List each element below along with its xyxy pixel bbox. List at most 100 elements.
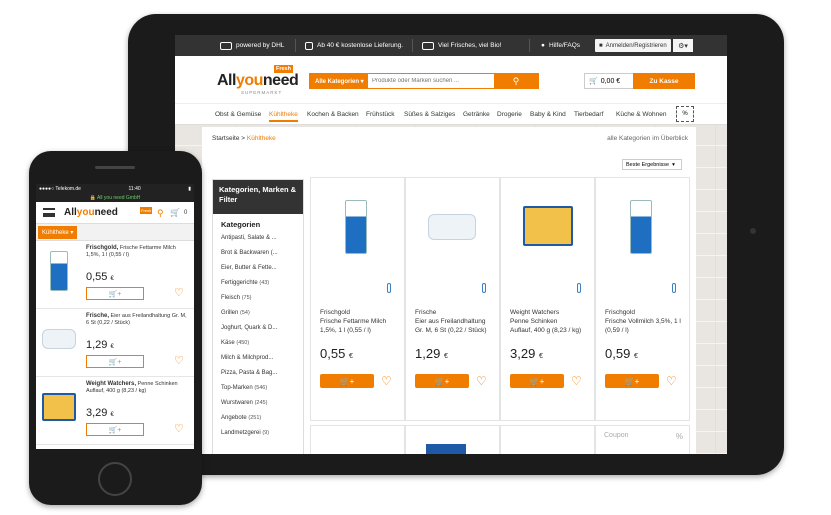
- nav-suesses[interactable]: Süßes & Salziges: [404, 111, 455, 118]
- nav-drogerie[interactable]: Drogerie: [497, 111, 522, 118]
- price-value: 0,55: [320, 346, 346, 361]
- filter-item[interactable]: Pizza, Pasta & Bag...: [213, 367, 303, 382]
- nav-obst[interactable]: Obst & Gemüse: [215, 111, 261, 118]
- cart-icon[interactable]: 🛒: [170, 208, 180, 217]
- add-to-cart-button[interactable]: 🛒+: [605, 374, 659, 388]
- nav-baby[interactable]: Baby & Kind: [530, 111, 566, 118]
- login-button[interactable]: ■ Anmelden/Registrieren: [595, 39, 671, 52]
- filter-item[interactable]: Fertiggerichte (43): [213, 277, 303, 292]
- cart-icon: 🛒: [589, 78, 598, 85]
- add-to-cart-button[interactable]: 🛒+: [415, 374, 469, 388]
- nav-kueche[interactable]: Küche & Wohnen: [616, 111, 666, 118]
- product-title: Frische Fettarme Milch: [320, 318, 387, 325]
- cart-plus-icon: 🛒+: [108, 290, 122, 298]
- logo-fresh-badge: Fresh: [140, 207, 153, 214]
- sort-select[interactable]: Beste Ergebnisse ▾: [622, 159, 682, 170]
- heart-icon[interactable]: ♡: [174, 354, 184, 367]
- search-button[interactable]: ⚲: [494, 74, 538, 88]
- product-card[interactable]: [500, 425, 595, 454]
- add-to-cart-button[interactable]: 🛒+: [320, 374, 374, 388]
- lightbulb-icon: ●: [541, 42, 545, 49]
- list-item[interactable]: Weight Watchers, Penne Schinken Auflauf,…: [36, 377, 194, 445]
- search-icon[interactable]: ⚲: [157, 208, 164, 219]
- logo[interactable]: Allyouneed: [217, 72, 299, 90]
- nav-fruehstueck[interactable]: Frühstück: [366, 111, 395, 118]
- filter-item[interactable]: Landmetzgerei (9): [213, 427, 303, 442]
- filter-item[interactable]: Brot & Backwaren (...: [213, 247, 303, 262]
- search-icon: ⚲: [512, 75, 520, 86]
- coupon-card[interactable]: Coupon %: [595, 425, 690, 454]
- bag-icon: [305, 41, 313, 50]
- product-card[interactable]: [405, 425, 500, 454]
- product-card[interactable]: Frischgold Frische Vollmilch 3,5%, 1 l (…: [595, 177, 690, 421]
- phone-screen: ●●●●○ Telekom.de 11:40 ▮ 🔒 All you need …: [36, 184, 194, 449]
- filter-item[interactable]: Joghurt, Quark & D...: [213, 322, 303, 337]
- coupon-icon[interactable]: %: [676, 106, 694, 122]
- category-dropdown[interactable]: Kühltheke ▾: [38, 226, 78, 239]
- add-to-cart-button[interactable]: 🛒+: [86, 423, 144, 436]
- filter-item[interactable]: Käse (450): [213, 337, 303, 352]
- nav-kuehltheke[interactable]: Kühltheke: [269, 111, 298, 122]
- filter-item[interactable]: Wurstwaren (245): [213, 397, 303, 412]
- add-to-cart-button[interactable]: 🛒+: [510, 374, 564, 388]
- nav-tierbedarf[interactable]: Tierbedarf: [574, 111, 603, 118]
- product-card[interactable]: [310, 425, 405, 454]
- home-button[interactable]: [98, 462, 132, 496]
- heart-icon[interactable]: ♡: [571, 374, 582, 388]
- add-to-cart-button[interactable]: 🛒+: [86, 287, 144, 300]
- delivery-text: Ab 40 € kostenlose Lieferung.: [317, 42, 404, 49]
- breadcrumb-home[interactable]: Startseite: [212, 135, 239, 142]
- tablet-camera: [750, 228, 756, 234]
- logo-part: need: [94, 207, 118, 218]
- nav-getraenke[interactable]: Getränke: [463, 111, 490, 118]
- list-item[interactable]: Frische, Eier aus Freilandhaltung Gr. M,…: [36, 309, 194, 377]
- filter-label: Joghurt, Quark & D...: [221, 325, 278, 331]
- filter-item[interactable]: Angebote (251): [213, 412, 303, 427]
- checkout-button[interactable]: Zu Kasse: [633, 73, 695, 89]
- heart-icon[interactable]: ♡: [174, 422, 184, 435]
- settings-button[interactable]: ⚙▾: [673, 39, 693, 52]
- milk-carton-icon: [333, 198, 383, 258]
- filter-item[interactable]: Eier, Butter & Fette...: [213, 262, 303, 277]
- price-currency: €: [443, 353, 448, 360]
- filter-sidebar: Kategorien, Marken & Filter Kategorien A…: [212, 179, 304, 454]
- filter-item[interactable]: Top-Marken (546): [213, 382, 303, 397]
- coupon-label: Coupon: [604, 432, 629, 439]
- product-card[interactable]: Frischgold Frische Fettarme Milch 1,5%, …: [310, 177, 405, 421]
- meal-box-icon: [42, 385, 76, 427]
- filter-item[interactable]: Milch & Milchprod...: [213, 352, 303, 367]
- nav-kochen[interactable]: Kochen & Backen: [307, 111, 359, 118]
- search-input[interactable]: [368, 74, 494, 88]
- product-card[interactable]: Weight Watchers Penne Schinken Auflauf, …: [500, 177, 595, 421]
- heart-icon[interactable]: ♡: [666, 374, 677, 388]
- battery-icon: ▮: [188, 186, 191, 192]
- price-currency: €: [110, 344, 114, 350]
- help-text: Hilfe/FAQs: [548, 42, 580, 49]
- filter-label: Milch & Milchprod...: [221, 355, 274, 361]
- help-link[interactable]: ● Hilfe/FAQs: [541, 35, 580, 56]
- mobile-logo[interactable]: Allyouneed: [64, 207, 118, 218]
- filter-item[interactable]: Antipasti, Salate & ...: [213, 232, 303, 247]
- filter-item[interactable]: Grillen (54): [213, 307, 303, 322]
- heart-icon[interactable]: ♡: [476, 374, 487, 388]
- list-item[interactable]: Frischgold, Frische Fettarme Milch 1,5%,…: [36, 241, 194, 309]
- price-value: 1,29: [415, 346, 441, 361]
- product-card[interactable]: Frische Eier aus Freilandhaltung Gr. M, …: [405, 177, 500, 421]
- dhl-text: powered by DHL: [236, 42, 285, 49]
- product-title: Frische Vollmilch 3,5%, 1 l: [605, 318, 681, 325]
- main-content: Startseite > Kühltheke alle Kategorien i…: [202, 127, 696, 454]
- filter-item[interactable]: Fleisch (75): [213, 292, 303, 307]
- item-name: Weight Watchers, Penne Schinken Auflauf,…: [86, 381, 190, 395]
- login-text: Anmelden/Registrieren: [605, 42, 667, 49]
- all-categories-link[interactable]: alle Kategorien im Überblick: [607, 135, 688, 142]
- breadcrumb: Startseite > Kühltheke: [212, 135, 276, 142]
- category-select[interactable]: Alle Kategorien ▾: [310, 74, 368, 88]
- price-currency: €: [633, 353, 638, 360]
- item-brand: Frischgold,: [86, 245, 119, 251]
- heart-icon[interactable]: ♡: [174, 286, 184, 299]
- filter-count: (450): [236, 340, 250, 346]
- heart-icon[interactable]: ♡: [381, 374, 392, 388]
- hamburger-menu-icon[interactable]: [43, 208, 55, 217]
- product-brand: Frische: [415, 309, 437, 316]
- add-to-cart-button[interactable]: 🛒+: [86, 355, 144, 368]
